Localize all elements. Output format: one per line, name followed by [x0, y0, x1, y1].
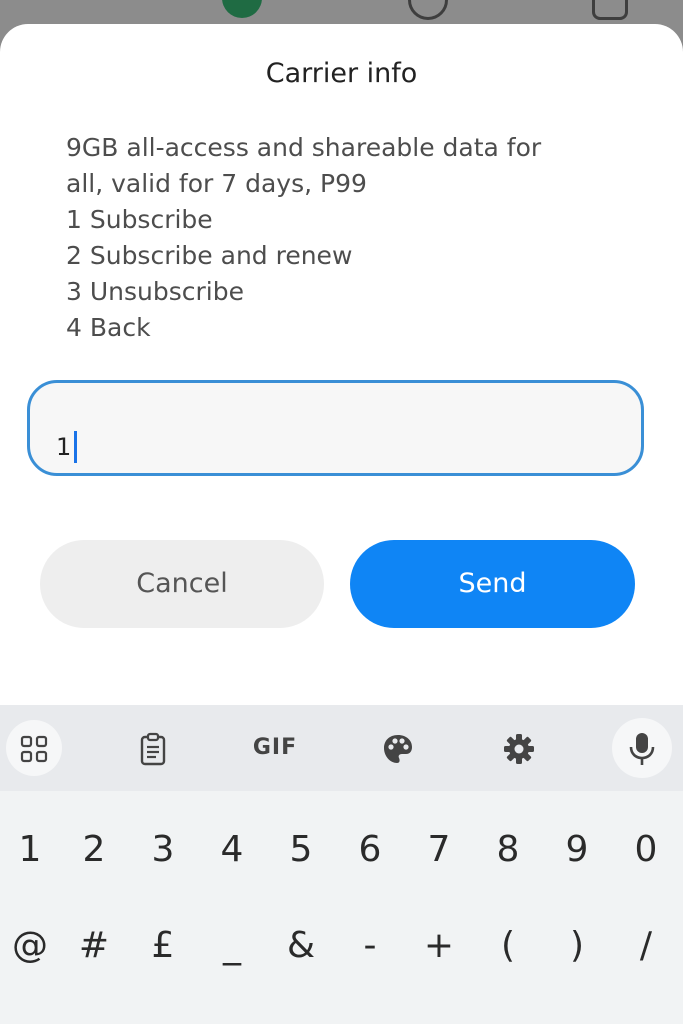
- send-button[interactable]: Send: [350, 540, 635, 628]
- message-line: 1 Subscribe: [66, 205, 213, 234]
- gear-icon[interactable]: [494, 723, 544, 773]
- number-key-row: 1 2 3 4 5 6 7 8 9 0: [0, 815, 683, 885]
- ussd-message: 9GB all-access and shareable data for al…: [66, 130, 646, 346]
- key-close-paren[interactable]: ): [547, 911, 607, 981]
- key-pound[interactable]: £: [133, 911, 193, 981]
- message-line: all, valid for 7 days, P99: [66, 169, 367, 198]
- dialog-title: Carrier info: [265, 58, 418, 89]
- cancel-button[interactable]: Cancel: [40, 540, 324, 628]
- key-6[interactable]: 6: [340, 815, 400, 885]
- key-9[interactable]: 9: [547, 815, 607, 885]
- key-8[interactable]: 8: [478, 815, 538, 885]
- palette-icon[interactable]: [373, 723, 423, 773]
- message-line: 4 Back: [66, 313, 151, 342]
- message-line: 3 Unsubscribe: [66, 277, 244, 306]
- key-open-paren[interactable]: (: [478, 911, 538, 981]
- key-7[interactable]: 7: [409, 815, 469, 885]
- keyboard: GIF 1 2 3 4 5 6 7 8 9 0 @ # £ _ & - + (…: [0, 705, 683, 1024]
- clipboard-icon[interactable]: [128, 723, 178, 773]
- key-underscore[interactable]: _: [202, 911, 262, 981]
- keyboard-toolbar: GIF: [0, 705, 683, 791]
- key-ampersand[interactable]: &: [271, 911, 331, 981]
- key-4[interactable]: 4: [202, 815, 262, 885]
- key-0[interactable]: 0: [616, 815, 676, 885]
- reply-input-value: 1: [56, 433, 72, 461]
- message-line: 2 Subscribe and renew: [66, 241, 353, 270]
- gif-button[interactable]: GIF: [250, 723, 300, 773]
- contact-icon: [408, 0, 448, 20]
- reply-input[interactable]: [27, 380, 644, 476]
- key-5[interactable]: 5: [271, 815, 331, 885]
- symbol-key-row: @ # £ _ & - + ( ) /: [0, 911, 683, 981]
- key-3[interactable]: 3: [133, 815, 193, 885]
- text-cursor: [74, 431, 77, 463]
- phone-icon: [222, 0, 262, 18]
- message-line: 9GB all-access and shareable data for: [66, 133, 542, 162]
- key-1[interactable]: 1: [0, 815, 60, 885]
- key-at[interactable]: @: [0, 911, 60, 981]
- key-plus[interactable]: +: [409, 911, 469, 981]
- microphone-icon[interactable]: [612, 718, 672, 778]
- key-minus[interactable]: -: [340, 911, 400, 981]
- key-slash[interactable]: /: [616, 911, 676, 981]
- key-2[interactable]: 2: [64, 815, 124, 885]
- settings-icon: [592, 0, 628, 20]
- key-hash[interactable]: #: [64, 911, 124, 981]
- grid-icon[interactable]: [6, 720, 62, 776]
